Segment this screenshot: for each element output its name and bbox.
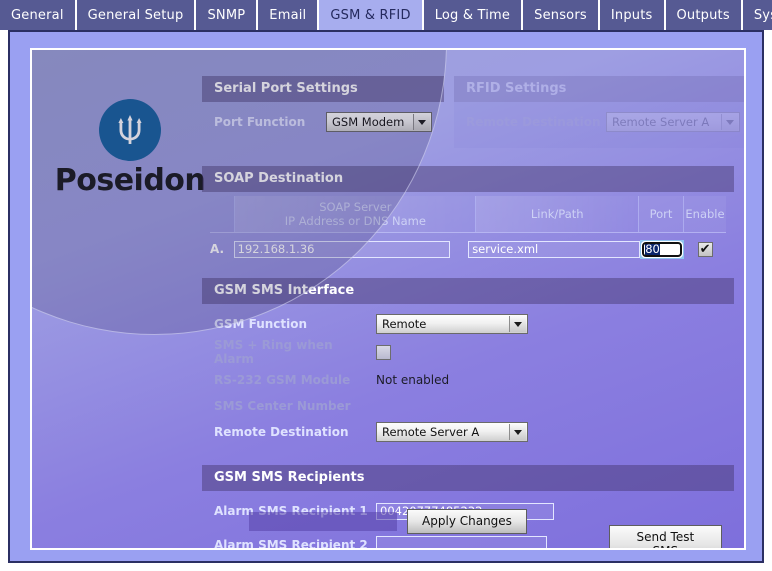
soap-destination-title: SOAP Destination bbox=[202, 166, 734, 192]
soap-col-link: Link/Path bbox=[475, 196, 639, 232]
logo-wordmark: Poseidon bbox=[54, 162, 206, 198]
soap-port-input[interactable] bbox=[641, 240, 684, 258]
chevron-down-icon[interactable] bbox=[509, 424, 526, 440]
soap-col-enable: Enable bbox=[682, 196, 726, 232]
gsm-remote-destination-label: Remote Destination bbox=[214, 425, 349, 439]
sms-center-number-row: SMS Center Number bbox=[214, 394, 722, 418]
tab-log-time[interactable]: Log & Time bbox=[423, 0, 524, 30]
settings-panels: Serial Port Settings Port Function GSM M… bbox=[202, 76, 744, 550]
port-function-row: Port Function GSM Modem bbox=[214, 110, 432, 134]
trident-icon bbox=[99, 98, 161, 161]
recipient2-input[interactable] bbox=[376, 536, 547, 548]
rs232-module-label: RS-232 GSM Module bbox=[214, 373, 351, 387]
gsm-remote-destination-value: Remote Server A bbox=[382, 425, 480, 439]
tab-gsm-rfid[interactable]: GSM & RFID bbox=[319, 0, 424, 30]
gsm-sms-interface-title: GSM SMS Interface bbox=[202, 278, 734, 304]
soap-row-index: A. bbox=[210, 242, 225, 256]
tab-general-setup[interactable]: General Setup bbox=[76, 0, 197, 30]
gsm-sms-recipients-panel: GSM SMS Recipients Alarm SMS Recipient 1… bbox=[202, 465, 734, 550]
gsm-function-select[interactable]: Remote bbox=[376, 314, 528, 334]
rfid-settings-title: RFID Settings bbox=[454, 76, 744, 102]
rfid-remote-destination-label: Remote Destination bbox=[466, 115, 601, 129]
serial-port-settings-panel: Serial Port Settings Port Function GSM M… bbox=[202, 76, 444, 148]
chevron-down-icon bbox=[721, 114, 738, 130]
gsm-function-row: GSM Function Remote bbox=[214, 312, 722, 336]
gsm-sms-interface-panel: GSM SMS Interface GSM Function Remote SM… bbox=[202, 278, 734, 456]
recipient2-label: Alarm SMS Recipient 2 bbox=[214, 537, 368, 550]
tab-system[interactable]: System bbox=[742, 0, 772, 30]
port-function-label: Port Function bbox=[214, 115, 306, 129]
apply-changes-button[interactable]: Apply Changes bbox=[407, 509, 527, 534]
soap-port-field-focus-ring bbox=[640, 239, 685, 259]
gsm-function-value: Remote bbox=[382, 317, 427, 331]
poseidon-logo: Poseidon bbox=[50, 68, 210, 228]
soap-table-header: SOAP Server IP Address or DNS Name Link/… bbox=[210, 196, 726, 232]
soap-server-input[interactable] bbox=[233, 240, 450, 258]
rs232-module-row: RS-232 GSM Module Not enabled bbox=[214, 368, 722, 392]
tab-sensors[interactable]: Sensors bbox=[523, 0, 600, 30]
footer-bar: Apply Changes bbox=[32, 509, 744, 534]
content-area: Poseidon Serial Port Settings Port Funct… bbox=[30, 48, 746, 550]
sms-ring-alarm-label: SMS + Ring when Alarm bbox=[214, 338, 333, 366]
soap-link-input[interactable] bbox=[468, 240, 641, 258]
port-function-value: GSM Modem bbox=[332, 115, 405, 129]
soap-col-index bbox=[210, 196, 234, 232]
rfid-remote-destination-value: Remote Server A bbox=[612, 115, 710, 129]
tab-bar: General General Setup SNMP Email GSM & R… bbox=[0, 0, 772, 30]
rfid-remote-destination-select: Remote Server A bbox=[606, 112, 740, 132]
soap-enable-checkbox[interactable]: ✔ bbox=[697, 241, 713, 257]
rfid-settings-panel: RFID Settings Remote Destination Remote … bbox=[454, 76, 744, 148]
tab-email[interactable]: Email bbox=[258, 0, 320, 30]
sms-ring-alarm-checkbox[interactable]: ✔ bbox=[376, 344, 391, 360]
sms-ring-alarm-row: SMS + Ring when Alarm ✔ bbox=[214, 338, 722, 366]
tab-inputs[interactable]: Inputs bbox=[599, 0, 666, 30]
tab-snmp[interactable]: SNMP bbox=[196, 0, 259, 30]
gsm-remote-destination-row: Remote Destination Remote Server A bbox=[214, 420, 722, 444]
sms-center-number-label: SMS Center Number bbox=[214, 399, 351, 413]
gsm-sms-recipients-title: GSM SMS Recipients bbox=[202, 465, 734, 491]
tab-outputs[interactable]: Outputs bbox=[665, 0, 743, 30]
rs232-module-value: Not enabled bbox=[376, 373, 450, 387]
soap-destination-panel: SOAP Destination SOAP Server IP Address … bbox=[202, 166, 734, 269]
tab-general[interactable]: General bbox=[0, 0, 77, 30]
soap-col-server-line2: IP Address or DNS Name bbox=[284, 214, 426, 228]
top-panel-row: Serial Port Settings Port Function GSM M… bbox=[202, 76, 744, 157]
status-message-box bbox=[249, 512, 398, 531]
serial-port-settings-title: Serial Port Settings bbox=[202, 76, 444, 102]
chevron-down-icon[interactable] bbox=[509, 316, 526, 332]
gsm-function-label: GSM Function bbox=[214, 317, 308, 331]
table-row: A. ✔ bbox=[210, 237, 726, 261]
soap-col-server: SOAP Server IP Address or DNS Name bbox=[234, 196, 476, 232]
chevron-down-icon[interactable] bbox=[413, 114, 430, 130]
soap-header-divider bbox=[210, 232, 726, 233]
soap-col-port: Port bbox=[638, 196, 683, 232]
soap-col-server-line1: SOAP Server bbox=[319, 199, 392, 214]
rfid-remote-destination-row: Remote Destination Remote Server A bbox=[466, 110, 740, 134]
port-function-select[interactable]: GSM Modem bbox=[326, 112, 432, 132]
page-frame: Poseidon Serial Port Settings Port Funct… bbox=[8, 30, 764, 563]
gsm-remote-destination-select[interactable]: Remote Server A bbox=[376, 422, 528, 442]
